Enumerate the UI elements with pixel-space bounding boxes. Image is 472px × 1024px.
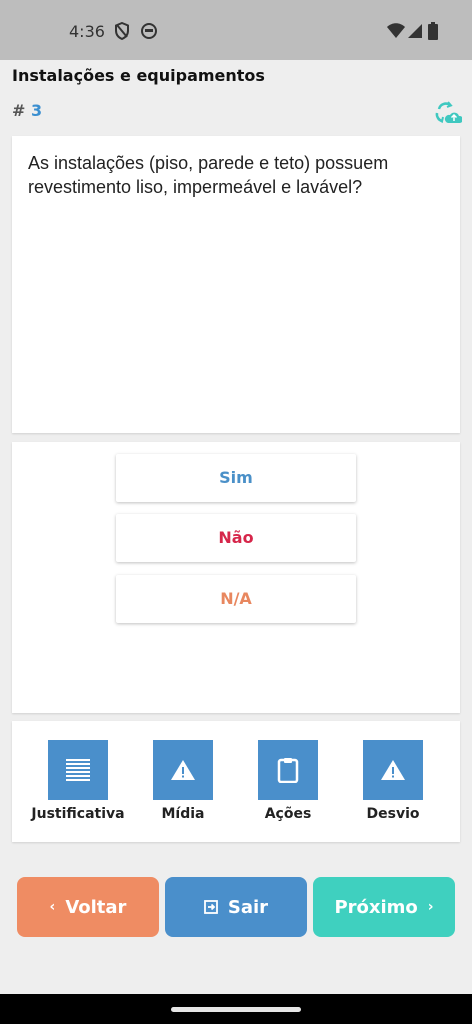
answer-nao-button[interactable]: Não [116, 514, 356, 562]
next-button[interactable]: Próximo › [313, 877, 455, 937]
warning-icon [171, 760, 195, 780]
question-number: # 3 [12, 101, 42, 120]
answers-card: Sim Não N/A [12, 442, 460, 713]
face-icon [141, 23, 157, 39]
midia-box[interactable] [153, 740, 213, 800]
exit-label: Sair [227, 896, 269, 918]
desvio-box[interactable] [363, 740, 423, 800]
status-time: 4:36 [69, 22, 105, 41]
exit-icon [204, 900, 218, 914]
question-number-value: 3 [30, 101, 43, 120]
question-card: As instalações (piso, parede e teto) pos… [12, 136, 460, 433]
justificativa-label: Justificativa [31, 806, 125, 822]
wifi-icon [387, 23, 405, 38]
question-text: As instalações (piso, parede e teto) pos… [28, 153, 389, 197]
midia-label: Mídia [161, 806, 205, 822]
battery-icon [428, 22, 438, 40]
next-label: Próximo [334, 896, 418, 918]
warning-icon [381, 760, 405, 780]
home-indicator[interactable] [171, 1007, 301, 1012]
desvio-label: Desvio [366, 806, 420, 822]
signal-icon [408, 24, 422, 38]
text-lines-icon [66, 759, 90, 781]
desvio-button[interactable]: Desvio [343, 740, 443, 822]
chevron-right-icon: › [427, 899, 434, 915]
justificativa-box[interactable] [48, 740, 108, 800]
back-label: Voltar [65, 896, 127, 918]
question-hash: # [12, 101, 26, 120]
acoes-button[interactable]: Ações [238, 740, 338, 822]
clipboard-icon [277, 758, 299, 783]
justificativa-button[interactable]: Justificativa [28, 740, 128, 822]
acoes-box[interactable] [258, 740, 318, 800]
shield-icon [115, 22, 129, 40]
back-button[interactable]: ‹ Voltar [17, 877, 159, 937]
tools-card: Justificativa Mídia Ações Desvio [12, 721, 460, 842]
acoes-label: Ações [264, 806, 312, 822]
answer-na-button[interactable]: N/A [116, 575, 356, 623]
answer-sim-button[interactable]: Sim [116, 454, 356, 502]
chevron-left-icon: ‹ [49, 899, 56, 915]
cloud-sync-icon[interactable] [434, 101, 462, 125]
exit-button[interactable]: Sair [165, 877, 307, 937]
status-bar: 4:36 [0, 0, 472, 60]
system-nav-bar [0, 994, 472, 1024]
section-title: Instalações e equipamentos [12, 66, 265, 85]
midia-button[interactable]: Mídia [133, 740, 233, 822]
